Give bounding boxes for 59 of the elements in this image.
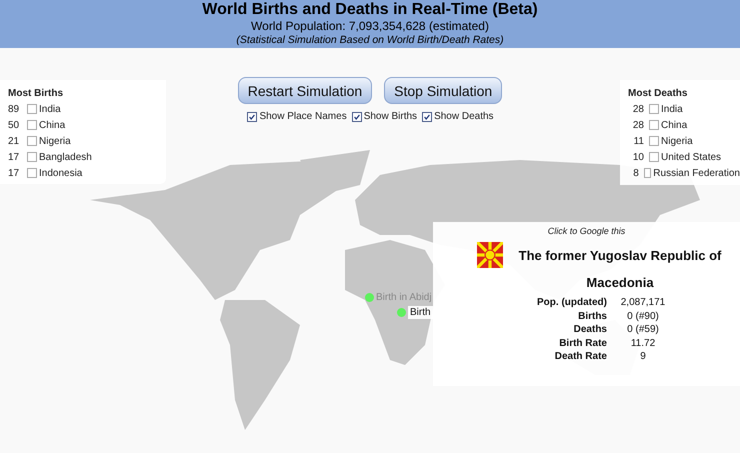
- country-label[interactable]: Nigeria: [661, 136, 693, 146]
- count-text: 21: [8, 136, 20, 146]
- world-population-text: World Population: 7,093,354,628 (estimated): [250, 19, 490, 34]
- country-label[interactable]: Indonesia: [39, 168, 82, 178]
- count-text: 89: [8, 104, 20, 114]
- checkbox[interactable]: [422, 112, 432, 122]
- stat-value: 0 (#90): [626, 310, 660, 323]
- country-popup[interactable]: Click to Google this The former Yugoslav Republic of Macedonia Pop. (updated) 2,087,171 Births 0 (#90) Deaths 0 (#59) Birth Rate 11.72 Death Rate 9: [433, 222, 740, 386]
- checkbox-label[interactable]: Show Births: [364, 111, 418, 122]
- checkbox-label[interactable]: Show Deaths: [434, 111, 494, 122]
- stat-label: Birth Rate: [558, 336, 608, 350]
- flag-icon: [477, 242, 503, 268]
- checkbox[interactable]: [649, 104, 659, 114]
- checkbox[interactable]: [644, 168, 652, 178]
- subtitle-text: (Statistical Simulation Based on World Birth/Death Rates): [235, 34, 505, 47]
- stat-label: Deaths: [572, 323, 608, 336]
- checkbox[interactable]: [649, 120, 659, 130]
- country-label[interactable]: India: [39, 104, 61, 114]
- checkbox[interactable]: [649, 152, 659, 162]
- checkbox[interactable]: [247, 112, 258, 122]
- stat-label: Births: [577, 310, 608, 323]
- stat-label: Death Rate: [554, 350, 608, 364]
- simulation-button[interactable]: Stop Simulation: [384, 77, 502, 104]
- checkbox[interactable]: [352, 112, 362, 122]
- country-label[interactable]: Russian Federation: [653, 168, 740, 178]
- checkbox[interactable]: [27, 120, 37, 130]
- simulation-button[interactable]: Restart Simulation: [238, 77, 372, 104]
- checkbox-label[interactable]: Show Place Names: [259, 111, 347, 122]
- country-label[interactable]: Nigeria: [39, 136, 71, 146]
- country-label[interactable]: China: [39, 120, 66, 130]
- stat-label: Pop. (updated): [536, 296, 608, 310]
- checkbox[interactable]: [27, 136, 37, 146]
- marker-label: Birth: [408, 306, 433, 319]
- stat-value: 9: [639, 350, 647, 364]
- count-text: 11: [632, 136, 644, 146]
- country-label[interactable]: Bangladesh: [39, 152, 92, 162]
- checkbox[interactable]: [649, 136, 659, 146]
- count-text: 28: [632, 104, 644, 114]
- country-label[interactable]: India: [661, 104, 683, 114]
- country-label[interactable]: China: [661, 120, 688, 130]
- count-text: 28: [632, 120, 644, 130]
- checkbox[interactable]: [27, 152, 37, 162]
- count-text: 17: [8, 152, 20, 162]
- list-heading: Most Births: [8, 88, 64, 99]
- country-name: The former Yugoslav Republic of Macedonia: [518, 247, 722, 292]
- marker-label: Birth in Abidj: [376, 292, 432, 303]
- count-text: 17: [8, 168, 20, 178]
- stat-value: 0 (#59): [626, 323, 660, 336]
- country-label[interactable]: United States: [661, 152, 722, 162]
- stat-value: 11.72: [630, 336, 656, 350]
- page-title: World Births and Deaths in Real-Time (Beta): [201, 0, 539, 19]
- google-hint-text: Click to Google this: [546, 226, 626, 236]
- list-heading: Most Deaths: [628, 88, 688, 99]
- count-text: 8: [632, 168, 639, 178]
- count-text: 50: [8, 120, 20, 130]
- checkbox[interactable]: [27, 168, 37, 178]
- checkbox[interactable]: [27, 104, 37, 114]
- count-text: 10: [632, 152, 644, 162]
- stat-value: 2,087,171: [620, 296, 666, 310]
